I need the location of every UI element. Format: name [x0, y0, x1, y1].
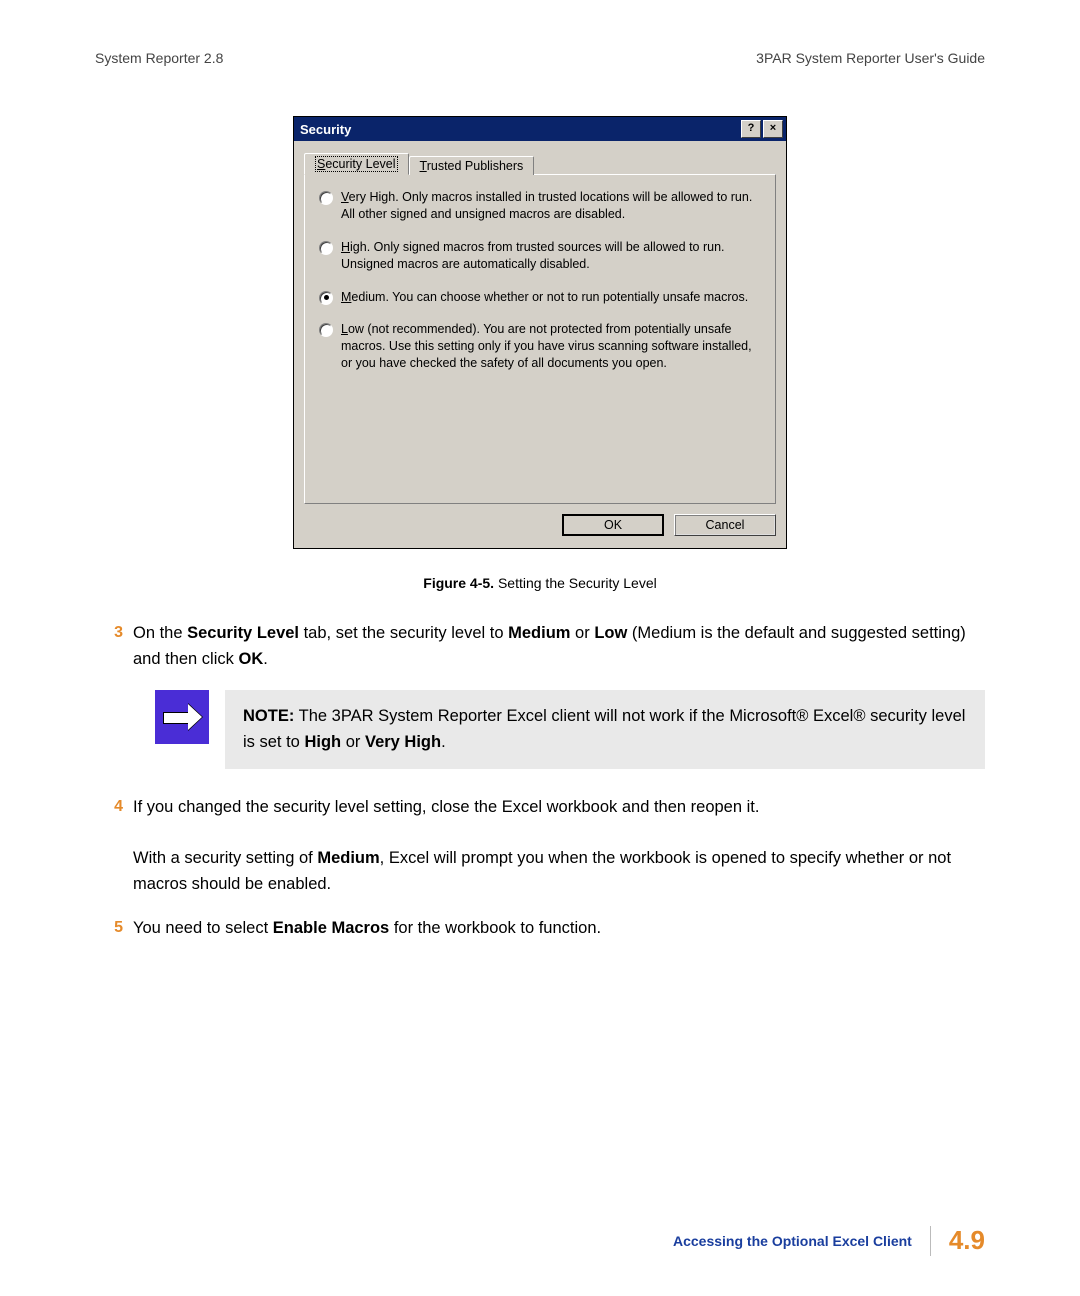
- page-number: 4.9: [949, 1225, 985, 1256]
- note-block: NOTE: The 3PAR System Reporter Excel cli…: [155, 690, 985, 769]
- tab-trusted-publishers[interactable]: Trusted Publishers: [409, 156, 535, 175]
- step-3: 3 On the Security Level tab, set the sec…: [95, 621, 985, 672]
- step-5: 5 You need to select Enable Macros for t…: [95, 916, 985, 942]
- tab-strip: Security Level Trusted Publishers: [304, 151, 776, 175]
- radio-icon: [319, 291, 333, 305]
- help-icon[interactable]: ?: [741, 120, 761, 138]
- header-right: 3PAR System Reporter User's Guide: [756, 50, 985, 66]
- header-left: System Reporter 2.8: [95, 50, 223, 66]
- security-dialog: Security ? × Security Level Trusted Publ…: [293, 116, 787, 549]
- page-header: System Reporter 2.8 3PAR System Reporter…: [95, 50, 985, 66]
- radio-icon: [319, 241, 333, 255]
- step-4: 4 If you changed the security level sett…: [95, 795, 985, 897]
- page-footer: Accessing the Optional Excel Client 4.9: [673, 1225, 985, 1256]
- dialog-title: Security: [300, 122, 351, 137]
- ok-button[interactable]: OK: [562, 514, 664, 536]
- dialog-titlebar: Security ? ×: [294, 117, 786, 141]
- tab-security-level[interactable]: Security Level: [304, 153, 409, 175]
- tab-panel: Very High. Only macros installed in trus…: [304, 174, 776, 504]
- document-page: System Reporter 2.8 3PAR System Reporter…: [0, 0, 1080, 1296]
- radio-high[interactable]: High. Only signed macros from trusted so…: [319, 239, 761, 273]
- radio-very-high[interactable]: Very High. Only macros installed in trus…: [319, 189, 761, 223]
- radio-medium[interactable]: Medium. You can choose whether or not to…: [319, 289, 761, 306]
- close-icon[interactable]: ×: [763, 120, 783, 138]
- cancel-button[interactable]: Cancel: [674, 514, 776, 536]
- radio-icon: [319, 191, 333, 205]
- footer-section-link: Accessing the Optional Excel Client: [673, 1233, 912, 1249]
- radio-icon: [319, 323, 333, 337]
- note-arrow-icon: [155, 690, 209, 744]
- figure-caption: Figure 4-5. Setting the Security Level: [95, 575, 985, 591]
- figure-image: Security ? × Security Level Trusted Publ…: [95, 116, 985, 549]
- radio-low[interactable]: Low (not recommended). You are not prote…: [319, 321, 761, 372]
